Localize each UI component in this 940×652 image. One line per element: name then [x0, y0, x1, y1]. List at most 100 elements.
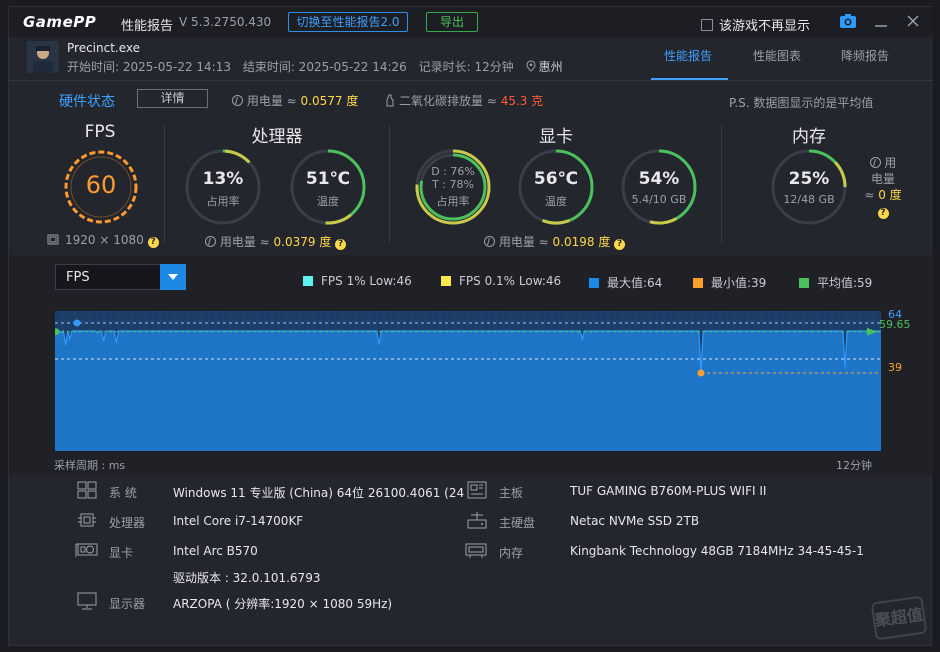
resolution-text: 1920 × 1080	[65, 233, 144, 247]
gpu-usage-label: 占用率	[436, 195, 470, 208]
legend-swatch	[441, 276, 451, 286]
help-icon[interactable]: ?	[614, 239, 626, 250]
help-icon[interactable]: ?	[877, 208, 889, 219]
end-time: 结束时间: 2025-05-22 14:26	[242, 60, 407, 74]
gpu-temp-gauge: 56℃ 温度	[518, 149, 594, 225]
resolution: 1920 × 1080 ?	[47, 233, 159, 248]
graphics-card-icon	[75, 541, 98, 559]
fps-gauge: 60	[61, 147, 141, 227]
gpu-vram-label: 5.4/10 GB	[631, 193, 687, 206]
memory-info-value: Kingbank Technology 48GB 7184MHz 34-45-4…	[570, 544, 864, 558]
legend-fps-01-low: FPS 0.1% Low:46	[441, 274, 561, 288]
co2-value: 45.3 克	[500, 94, 544, 108]
gamepp-logo: GamePP	[23, 13, 96, 31]
export-button[interactable]: 导出	[426, 12, 478, 32]
metric-select-value: FPS	[66, 270, 90, 285]
process-meta: 开始时间: 2025-05-22 14:13 结束时间: 2025-05-22 …	[67, 58, 579, 75]
gpu-power-value: 0.0198 度	[552, 235, 611, 249]
power-bolt-icon	[869, 157, 881, 168]
process-info-bar: Precinct.exe 开始时间: 2025-05-22 14:13 结束时间…	[9, 37, 933, 81]
fps-chart[interactable]	[55, 311, 881, 451]
power-bolt-icon	[232, 95, 243, 106]
gpu-power: 用电量 ≈ 0.0198 度 ?	[484, 233, 626, 250]
memory-power-line1: 用	[884, 156, 897, 170]
memory-power-line3: ≈	[864, 188, 879, 202]
memory-icon	[465, 541, 487, 559]
gpu-info-label: 显卡	[109, 546, 134, 560]
hard-disk-icon	[467, 511, 487, 529]
process-name: Precinct.exe	[67, 41, 141, 55]
legend-swatch	[693, 278, 703, 288]
minimize-icon[interactable]	[873, 13, 889, 29]
cpu-temp-gauge: 51℃ 温度	[290, 149, 366, 225]
details-button[interactable]: 详情	[137, 89, 208, 108]
monitor-icon	[77, 592, 97, 610]
camera-icon[interactable]	[839, 13, 857, 29]
dont-show-again-checkbox[interactable]	[701, 19, 713, 31]
version-label: V 5.3.2750.430	[179, 15, 272, 29]
gpu-driver-version: 驱动版本 : 32.0.101.6793	[173, 571, 321, 585]
metric-select[interactable]: FPS	[55, 264, 186, 290]
divider	[721, 125, 722, 243]
cpu-usage-label: 占用率	[206, 195, 240, 208]
legend-max: 最大值:64	[589, 274, 662, 291]
gpu-usage-d: D : 76%	[431, 165, 475, 178]
memory-power: 用 电量 ≈ 0 度 ?	[863, 155, 903, 219]
hardware-status-title: 硬件状态	[59, 94, 115, 110]
divider	[164, 125, 165, 243]
chevron-down-icon[interactable]	[160, 264, 186, 290]
gpu-heading: 显卡	[539, 127, 573, 147]
legend-fps-1-low: FPS 1% Low:46	[303, 274, 412, 288]
start-time: 开始时间: 2025-05-22 14:13	[67, 60, 231, 74]
location: 惠州	[526, 60, 571, 74]
gpu-vram-gauge: 54% 5.4/10 GB	[621, 149, 697, 225]
window-title: 性能报告	[121, 19, 174, 34]
max-point	[73, 319, 81, 327]
gpu-usage-t: T : 78%	[432, 178, 474, 191]
cpu-chip-icon	[77, 511, 97, 529]
title-bar: GamePP 性能报告 V 5.3.2750.430 切换至性能报告2.0 导出…	[9, 7, 933, 37]
os-label: 系 统	[109, 486, 137, 500]
legend-avg: 平均值:59	[799, 274, 872, 291]
monitor-label: 显示器	[109, 597, 146, 611]
cpu-power: 用电量 ≈ 0.0379 度 ?	[205, 233, 347, 250]
fps-value: 60	[85, 171, 117, 199]
memory-heading: 内存	[792, 127, 826, 147]
help-icon[interactable]: ?	[335, 239, 347, 250]
co2-label: 二氧化碳排放量 ≈	[399, 94, 501, 108]
min-point	[697, 369, 705, 377]
cpu-heading: 处理器	[251, 127, 303, 147]
logo-text-game: Game	[23, 13, 74, 31]
memory-usage-gauge: 25% 12/48 GB	[771, 149, 847, 225]
memory-power-line2: 电量	[870, 172, 895, 186]
switch-report-v2-button[interactable]: 切换至性能报告2.0	[288, 12, 408, 32]
legend-label: FPS 0.1% Low:46	[459, 274, 562, 288]
x-axis-start-label: 采样周期 : ms	[54, 459, 126, 472]
tab-throttling-report[interactable]: 降频报告	[841, 47, 889, 64]
watermark: 聚超值	[870, 595, 928, 641]
active-tab-indicator	[651, 78, 728, 80]
disk-value: Netac NVMe SSD 2TB	[570, 514, 700, 528]
gpu-power-label: 用电量 ≈	[498, 235, 553, 249]
location-pin-icon	[526, 60, 536, 72]
power-bolt-icon	[205, 236, 216, 247]
dont-show-again-toggle[interactable]: 该游戏不再显示	[701, 15, 810, 34]
chart-avg-label: 59.65	[879, 318, 911, 331]
board-label: 主板	[499, 486, 524, 500]
average-note: P.S. 数据图显示的是平均值	[729, 96, 874, 110]
app-window: GamePP 性能报告 V 5.3.2750.430 切换至性能报告2.0 导出…	[8, 6, 933, 646]
cpu-info-label: 处理器	[109, 516, 146, 530]
game-avatar	[27, 41, 59, 73]
gpu-temp-label: 温度	[545, 195, 567, 208]
resolution-icon	[47, 234, 59, 245]
memory-power-value: 0 度	[878, 188, 902, 202]
help-icon[interactable]: ?	[147, 237, 159, 248]
close-icon[interactable]	[905, 13, 921, 29]
memory-usage-label: 12/48 GB	[783, 193, 835, 206]
gpu-temp-value: 56℃	[533, 169, 579, 189]
chart-min-label: 39	[888, 361, 902, 374]
gpu-info-value: Intel Arc B570	[173, 544, 258, 558]
memory-info-label: 内存	[499, 546, 524, 560]
tab-performance-chart[interactable]: 性能图表	[753, 47, 801, 64]
tab-performance-report[interactable]: 性能报告	[664, 47, 712, 64]
